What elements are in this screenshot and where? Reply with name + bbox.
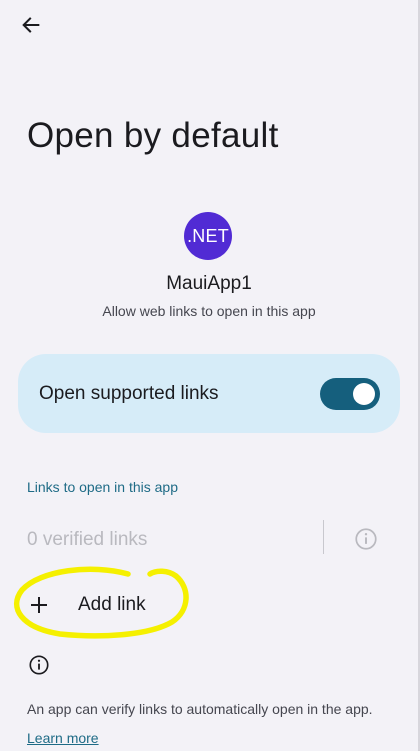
verified-links-info-button[interactable] [353,526,379,552]
app-name: MauiApp1 [166,273,252,294]
open-supported-links-label: Open supported links [39,383,219,404]
links-section-header: Links to open in this app [27,479,178,495]
learn-more-link[interactable]: Learn more [27,728,99,748]
back-button[interactable] [14,8,48,42]
verified-links-text: 0 verified links [27,529,148,550]
plus-icon [31,597,47,613]
add-link-button[interactable]: Add link [18,582,278,628]
vertical-divider [323,520,324,554]
app-icon-label: .NET [187,225,229,246]
footer-description: An app can verify links to automatically… [27,701,373,717]
add-link-label: Add link [78,594,146,615]
arrow-back-icon [22,17,40,33]
app-description: Allow web links to open in this app [102,303,316,319]
page-title: Open by default [27,116,279,155]
open-supported-links-card[interactable]: Open supported links [18,354,400,433]
switch-knob [353,383,375,405]
info-icon [29,655,49,675]
info-icon [355,528,377,550]
app-icon: .NET [184,212,232,260]
open-supported-links-switch[interactable] [320,378,380,410]
